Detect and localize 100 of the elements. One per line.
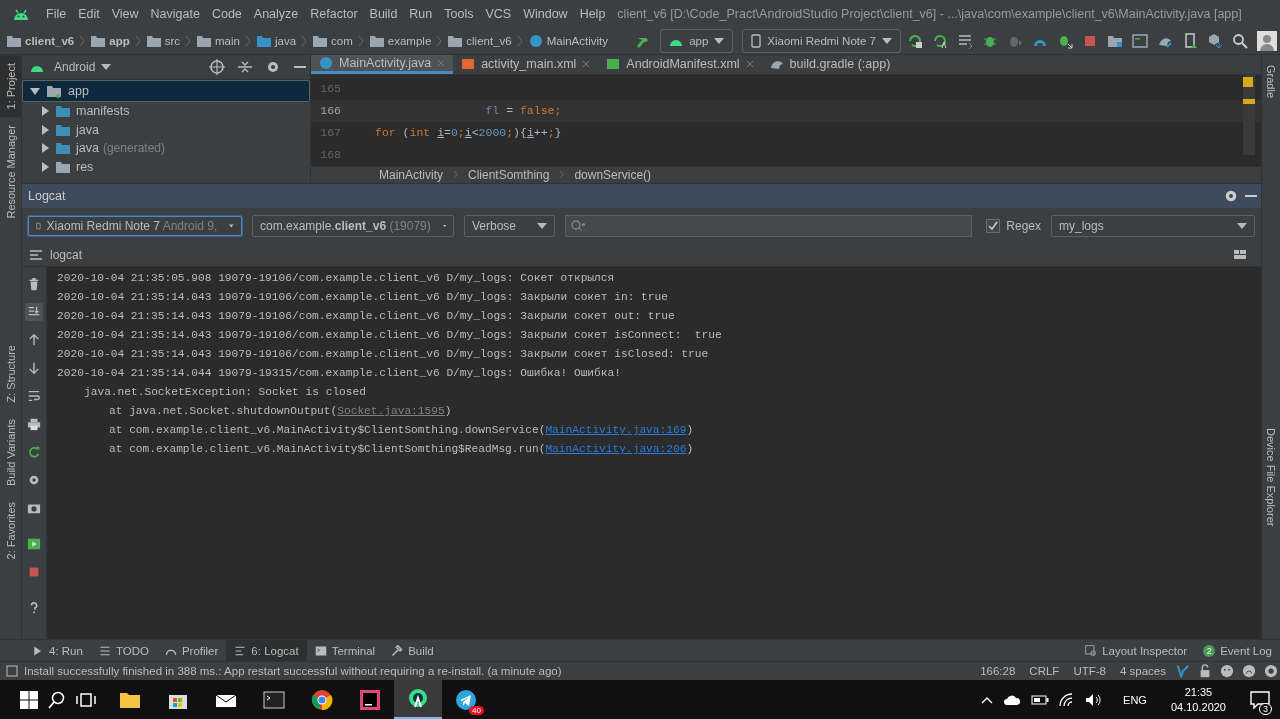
menu-item[interactable]: Navigate — [144, 7, 206, 21]
menu-item[interactable]: Tools — [438, 7, 480, 21]
menu-item[interactable]: VCS — [479, 7, 518, 21]
editor-tab[interactable]: AndroidManifest.xml — [598, 55, 762, 74]
stop-icon[interactable] — [1082, 33, 1098, 49]
settings-icon[interactable] — [1224, 189, 1238, 203]
dropdown-arrow-icon[interactable] — [101, 64, 112, 70]
breadcrumb[interactable]: client_v6 — [25, 35, 75, 47]
status-item[interactable]: 4 spaces — [1119, 665, 1166, 677]
breadcrumb[interactable]: downService() — [574, 167, 652, 182]
language-indicator[interactable]: ENG — [1123, 693, 1147, 706]
tool-window-tab[interactable]: TODO — [90, 640, 157, 661]
regex-checkbox[interactable] — [986, 219, 1001, 233]
tool-window-tab[interactable]: Device File Explorer — [1262, 418, 1280, 537]
sad-face-icon[interactable] — [1242, 664, 1256, 678]
tool-window-tab[interactable]: Resource Manager — [0, 117, 21, 228]
target-icon[interactable] — [209, 59, 225, 75]
breadcrumb[interactable]: MainActivity — [546, 35, 609, 47]
device-select[interactable]: Xiaomi Redmi Note 7 — [742, 29, 901, 53]
smiley-icon[interactable] — [1220, 664, 1234, 678]
breadcrumb[interactable]: ClientSomthing — [468, 167, 550, 182]
tool-window-tab[interactable]: 6: Logcat — [226, 640, 307, 661]
menu-item[interactable]: Code — [205, 7, 248, 21]
editor-tab[interactable]: activity_main.xml — [453, 55, 599, 74]
breadcrumb[interactable]: MainActivity — [379, 167, 443, 182]
tool-window-tab[interactable]: 4: Run — [24, 640, 91, 661]
caret-up-icon[interactable] — [981, 695, 994, 704]
tool-window-tab[interactable]: Layout Inspector — [1077, 640, 1196, 661]
donut-icon[interactable] — [1264, 664, 1278, 678]
tree-item[interactable]: manifests — [22, 102, 310, 121]
menu-item[interactable]: Build — [363, 7, 404, 21]
breadcrumb[interactable]: main — [215, 35, 240, 47]
tree-item[interactable]: app — [22, 80, 310, 102]
project-view-select[interactable]: Android — [54, 60, 96, 74]
breadcrumb[interactable]: com — [331, 35, 353, 47]
tool-window-tab[interactable]: Profiler — [156, 640, 227, 661]
menu-item[interactable]: File — [40, 7, 73, 21]
battery-icon[interactable] — [1031, 694, 1050, 705]
tool-window-tab[interactable]: Z: Structure — [0, 337, 21, 411]
breadcrumb[interactable]: client_v6 — [466, 35, 512, 47]
tool-window-tab[interactable]: Gradle — [1262, 55, 1280, 109]
panel-icon[interactable] — [6, 665, 18, 677]
logcat-tab[interactable]: logcat — [50, 248, 83, 262]
menu-item[interactable]: Window — [517, 7, 574, 21]
warning-marker[interactable] — [1243, 76, 1253, 87]
menu-item[interactable]: Refactor — [304, 7, 364, 21]
tool-window-tab[interactable]: Build Variants — [0, 410, 21, 494]
device-select[interactable]: Xiaomi Redmi Note 7 Android 9, — [28, 216, 242, 236]
source-link[interactable]: MainActivity.java:169 — [545, 424, 687, 436]
tool-window-tab[interactable]: Build — [383, 640, 442, 661]
breadcrumb[interactable]: src — [164, 35, 181, 47]
windows-start-icon[interactable] — [20, 690, 38, 709]
menu-item[interactable]: Run — [403, 7, 439, 21]
speaker-icon[interactable] — [1085, 692, 1104, 707]
breadcrumb[interactable]: app — [109, 35, 130, 47]
tree-item[interactable]: java (generated) — [22, 139, 310, 158]
tool-window-tab[interactable]: Terminal — [306, 640, 384, 661]
status-item[interactable]: CRLF — [1029, 665, 1060, 677]
scroll-end-icon[interactable] — [25, 303, 43, 321]
filter-select[interactable]: my_logs — [1051, 215, 1255, 237]
clock[interactable]: 21:35 04.10.2020 — [1170, 684, 1226, 715]
apply-code-icon[interactable] — [932, 33, 948, 49]
tool-window-tab[interactable]: 2 Event Log — [1195, 640, 1280, 661]
tool-window-tab[interactable]: 2: Favorites — [0, 493, 21, 568]
menu-item[interactable]: View — [105, 7, 145, 21]
process-select[interactable]: com.example.client_v6 (19079) — [252, 215, 454, 237]
breadcrumb[interactable]: example — [387, 35, 432, 47]
cloud-icon[interactable] — [1003, 693, 1022, 706]
status-item[interactable]: UTF-8 — [1073, 665, 1106, 677]
download-icon[interactable] — [1207, 33, 1223, 49]
search-icon[interactable] — [1232, 33, 1248, 49]
editor-tab[interactable]: build.gradle (:app) — [761, 55, 899, 74]
menu-item[interactable]: Edit — [72, 7, 106, 21]
editor-tab[interactable]: MainActivity.java — [311, 55, 454, 74]
lines-icon[interactable] — [957, 33, 973, 49]
avatar-icon[interactable] — [1257, 31, 1277, 51]
source-link[interactable]: Socket.java:1595 — [337, 405, 445, 417]
tree-item[interactable]: res — [22, 157, 310, 176]
settings-icon[interactable] — [265, 59, 281, 75]
device-icon[interactable] — [1182, 33, 1198, 49]
warning-marker[interactable] — [1243, 98, 1255, 104]
ide-icon[interactable] — [358, 687, 382, 712]
tool-window-tab[interactable]: 1: Project — [0, 55, 21, 118]
lock-icon[interactable] — [1198, 664, 1212, 678]
status-item[interactable]: 166:28 — [980, 665, 1016, 677]
breadcrumb[interactable]: java — [274, 35, 297, 47]
run-config-select[interactable]: app — [660, 29, 734, 53]
menu-item[interactable]: Help — [573, 7, 612, 21]
search-field[interactable] — [565, 215, 973, 237]
vim-icon[interactable] — [1176, 664, 1190, 678]
layout-icon[interactable] — [1233, 248, 1247, 262]
terminal-icon[interactable] — [1132, 33, 1148, 49]
task-view-icon[interactable] — [76, 691, 96, 708]
tree-item[interactable]: java — [22, 120, 310, 139]
log-level-select[interactable]: Verbose — [464, 215, 555, 237]
search-icon[interactable] — [48, 690, 66, 709]
apply-changes-icon[interactable] — [907, 33, 923, 49]
collapse-icon[interactable] — [237, 59, 253, 75]
source-link[interactable]: MainActivity.java:206 — [545, 443, 687, 455]
chrome-icon[interactable] — [310, 687, 334, 712]
